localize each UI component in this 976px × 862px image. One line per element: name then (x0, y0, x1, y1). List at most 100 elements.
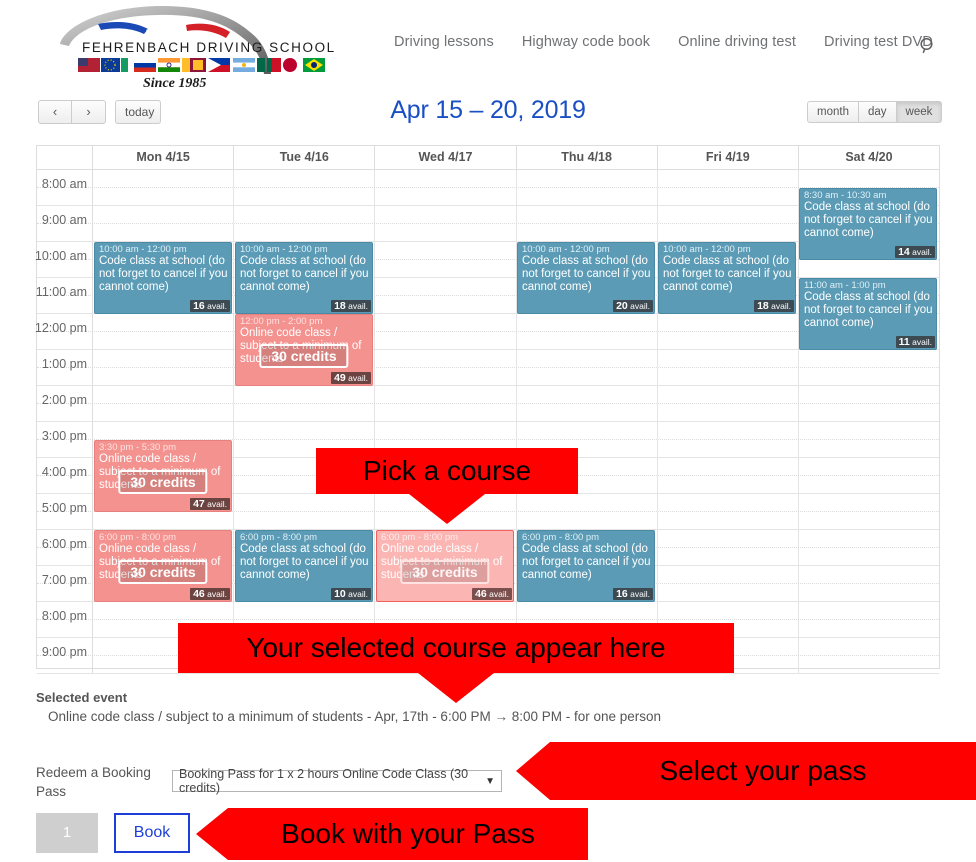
event-credits-badge: 30 credits (400, 560, 490, 584)
time-gutter-cell (37, 548, 93, 565)
annotation-pick-a-course-label: Pick a course (316, 448, 578, 494)
time-gutter-cell: 3:00 pm (37, 422, 93, 443)
event-availability-count: 49 (334, 372, 346, 384)
site-logo[interactable]: FEHRENBACH DRIVING SCHOOL Since 1985 (38, 2, 338, 90)
time-gutter-cell: 10:00 am (35, 242, 93, 263)
booking-pass-select-value: Booking Pass for 1 x 2 hours Online Code… (179, 767, 469, 795)
event-title: Code class at school (do not forget to c… (522, 255, 651, 293)
calendar-event[interactable]: 12:00 pm - 2:00 pm Online code class / su… (235, 314, 373, 386)
annotation-pick-a-course: Pick a course (316, 448, 578, 524)
annotation-select-your-pass-arrow (516, 742, 550, 800)
annotation-book-with-your-pass-arrow (196, 808, 228, 860)
event-availability-badge: 18 avail. (754, 300, 794, 312)
event-availability-count: 47 (193, 498, 205, 510)
annotation-book-with-your-pass: Book with your Pass (196, 808, 588, 860)
calendar-event[interactable]: 11:00 am - 1:00 pm Code class at school (… (799, 278, 937, 350)
annotation-pick-a-course-arrow (409, 494, 485, 524)
event-credits-badge: 30 credits (118, 560, 208, 584)
calendar-event[interactable]: 10:00 am - 12:00 pm Code class at school … (658, 242, 796, 314)
event-title: Code class at school (do not forget to c… (240, 255, 369, 293)
event-availability-count: 20 (616, 300, 628, 312)
time-gutter-cell (37, 260, 93, 277)
event-availability-count: 18 (334, 300, 346, 312)
event-title: Code class at school (do not forget to c… (804, 291, 933, 329)
event-time: 3:30 pm - 5:30 pm (99, 442, 177, 453)
event-time: 6:00 pm - 8:00 pm (99, 532, 177, 543)
event-time: 11:00 am - 1:00 pm (804, 280, 886, 291)
day-header-tue[interactable]: Tue 4/16 (234, 146, 376, 169)
time-gutter-cell: 8:00 pm (37, 602, 93, 623)
event-availability-badge: 20 avail. (613, 300, 653, 312)
event-availability-badge: 10 avail. (331, 588, 371, 600)
day-header-fri[interactable]: Fri 4/19 (658, 146, 799, 169)
time-gutter-cell (37, 620, 93, 637)
event-time: 6:00 pm - 8:00 pm (240, 532, 318, 543)
nav-item-online-driving-test[interactable]: Online driving test (664, 34, 810, 50)
event-availability-badge: 18 avail. (331, 300, 371, 312)
event-time: 6:00 pm - 8:00 pm (522, 532, 600, 543)
event-availability-count: 18 (757, 300, 769, 312)
booking-pass-select[interactable]: Booking Pass for 1 x 2 hours Online Code… (172, 767, 502, 795)
view-button-month[interactable]: month (807, 101, 859, 123)
calendar-event[interactable]: 8:30 am - 10:30 am Code class at school (… (799, 188, 937, 260)
time-gutter-cell (37, 512, 93, 529)
event-title: Code class at school (do not forget to c… (663, 255, 792, 293)
event-availability-count: 11 (898, 336, 910, 348)
annotation-selected-course-arrow (418, 673, 494, 703)
event-availability-badge: 47 avail. (190, 498, 230, 510)
event-title: Code class at school (do not forget to c… (804, 201, 933, 239)
event-time: 12:00 pm - 2:00 pm (240, 316, 323, 327)
event-time: 6:00 pm - 8:00 pm (381, 532, 459, 543)
time-gutter-cell: 9:00 pm (37, 638, 93, 659)
main-navigation: Driving lessons Highway code book Online… (380, 34, 947, 50)
nav-item-driving-lessons[interactable]: Driving lessons (380, 34, 508, 50)
day-header-sat[interactable]: Sat 4/20 (799, 146, 939, 169)
time-gutter-cell (37, 440, 93, 457)
time-gutter-cell: 8:00 am (37, 170, 93, 191)
day-header-wed[interactable]: Wed 4/17 (375, 146, 517, 169)
event-time: 8:30 am - 10:30 am (804, 190, 887, 201)
quantity-field[interactable]: 1 (36, 813, 98, 853)
event-time: 10:00 am - 12:00 pm (99, 244, 187, 255)
calendar-event[interactable]: 10:00 am - 12:00 pm Code class at school … (235, 242, 373, 314)
redeem-pass-label: Redeem a Booking Pass (36, 765, 151, 799)
book-button[interactable]: Book (114, 813, 190, 853)
time-gutter-cell (37, 476, 93, 493)
day-header-mon[interactable]: Mon 4/15 (93, 146, 235, 169)
day-header-thu[interactable]: Thu 4/18 (517, 146, 658, 169)
calendar-day-headers: Mon 4/15 Tue 4/16 Wed 4/17 Thu 4/18 Fri … (37, 146, 939, 170)
event-availability-badge: 46 avail. (472, 588, 512, 600)
time-gutter-cell: 2:00 pm (37, 386, 93, 407)
event-availability-count: 16 (616, 588, 628, 600)
annotation-selected-course: Your selected course appear here (178, 623, 734, 703)
event-time: 10:00 am - 12:00 pm (522, 244, 610, 255)
view-button-day[interactable]: day (858, 101, 897, 123)
site-header: FEHRENBACH DRIVING SCHOOL Since 1985 Dri… (0, 0, 976, 92)
event-availability-badge: 16 avail. (613, 588, 653, 600)
calendar-body: 8:00 am 9:00 am 10:00 am 11:00 am 12:00 pm 1:… (35, 170, 939, 674)
calendar-event[interactable]: 6:00 pm - 8:00 pm Code class at school (d… (517, 530, 655, 602)
calendar-event[interactable]: 6:00 pm - 8:00 pm Code class at school (d… (235, 530, 373, 602)
selected-event-value: Online code class / subject to a minimum… (48, 709, 662, 724)
calendar-event[interactable]: 10:00 am - 12:00 pm Code class at school … (517, 242, 655, 314)
event-availability-badge: 11 avail. (895, 336, 935, 348)
calendar-event[interactable]: 3:30 pm - 5:30 pm Online code class / sub… (94, 440, 232, 512)
calendar-event[interactable]: 6:00 pm - 8:00 pm Online code class / sub… (376, 530, 514, 602)
nav-item-highway-code-book[interactable]: Highway code book (508, 34, 664, 50)
event-availability-count: 14 (898, 246, 910, 258)
svg-text:FEHRENBACH DRIVING SCHOOL: FEHRENBACH DRIVING SCHOOL (82, 40, 336, 55)
time-gutter-cell (37, 188, 93, 205)
calendar-view-switcher: month day week (807, 101, 943, 123)
calendar-event[interactable]: 6:00 pm - 8:00 pm Online code class / sub… (94, 530, 232, 602)
calendar-event[interactable]: 10:00 am - 12:00 pm Code class at school … (94, 242, 232, 314)
time-gutter-cell: 11:00 am (36, 278, 93, 299)
annotation-selected-course-label: Your selected course appear here (178, 623, 734, 673)
view-button-week[interactable]: week (896, 101, 943, 123)
chevron-down-icon: ▼ (485, 775, 495, 787)
event-availability-count: 46 (193, 588, 205, 600)
time-gutter-header (37, 146, 93, 169)
search-icon[interactable] (916, 34, 940, 58)
event-title: Code class at school (do not forget to c… (99, 255, 228, 293)
time-gutter-cell: 4:00 pm (37, 458, 93, 479)
time-gutter-cell: 12:00 pm (35, 314, 93, 335)
